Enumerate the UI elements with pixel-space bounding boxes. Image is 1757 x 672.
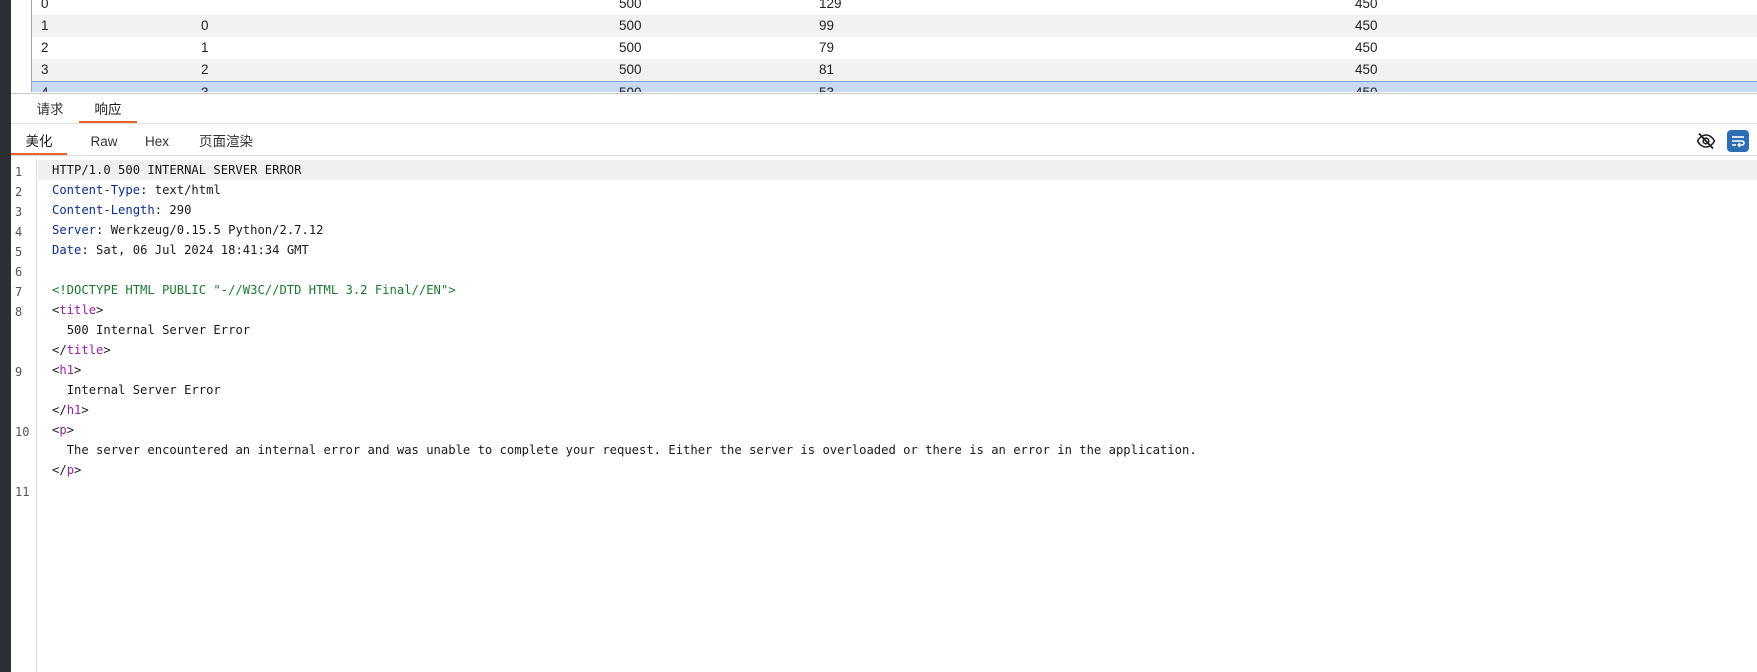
header-value: 290 xyxy=(169,203,192,217)
code-line: Date: Sat, 06 Jul 2024 18:41:34 GMT xyxy=(52,243,309,257)
header-value: Sat, 06 Jul 2024 18:41:34 GMT xyxy=(96,243,309,257)
table-row[interactable]: 0 500 129 450 xyxy=(32,0,1757,15)
table-cell: 2 xyxy=(201,62,209,77)
tag-name: title xyxy=(66,343,104,357)
code-line: <p> xyxy=(52,423,75,437)
code-line: <title> xyxy=(52,303,104,317)
header-name: Content-Length xyxy=(52,203,155,217)
tab-raw[interactable]: Raw xyxy=(79,128,129,155)
table-cell: 500 xyxy=(619,40,642,55)
table-cell: 500 xyxy=(619,18,642,33)
header-value: Werkzeug/0.15.5 Python/2.7.12 xyxy=(110,223,324,237)
code-line: <h1> xyxy=(52,363,82,377)
tab-request[interactable]: 请求 xyxy=(24,96,76,123)
table-cell: 500 xyxy=(619,82,642,92)
table-cell: 81 xyxy=(819,62,835,77)
code-line: <!DOCTYPE HTML PUBLIC "-//W3C//DTD HTML … xyxy=(38,280,1757,300)
header-value: text/html xyxy=(154,183,221,197)
h1-text: Internal Server Error xyxy=(66,383,221,397)
results-table: 0 500 129 450 1 0 500 99 450 2 1 500 79 … xyxy=(11,0,1757,94)
line-number: 2 xyxy=(15,185,23,199)
message-tabbar: 请求 响应 xyxy=(11,96,1757,124)
table-cell: 500 xyxy=(619,62,642,77)
table-cell: 2 xyxy=(41,40,49,55)
tag-name: title xyxy=(59,303,97,317)
status-line: HTTP/1.0 500 INTERNAL SERVER ERROR xyxy=(52,163,302,177)
title-text: 500 Internal Server Error xyxy=(66,323,251,337)
table-cell: 500 xyxy=(619,0,642,11)
table-cell: 79 xyxy=(819,40,835,55)
tab-pretty[interactable]: 美化 xyxy=(11,128,67,155)
table-row[interactable]: 3 2 500 81 450 xyxy=(32,59,1757,81)
table-cell: 129 xyxy=(819,0,842,11)
table-row[interactable]: 1 0 500 99 450 xyxy=(32,15,1757,37)
table-cell: 3 xyxy=(201,82,209,92)
table-cell: 450 xyxy=(1355,82,1378,92)
line-number: 10 xyxy=(15,425,30,439)
table-cell: 4 xyxy=(41,82,49,92)
table-cell: 99 xyxy=(819,18,835,33)
tab-render[interactable]: 页面渲染 xyxy=(186,128,266,155)
code-line: 500 Internal Server Error xyxy=(38,320,1757,340)
code-line: Content-Type: text/html xyxy=(52,183,221,197)
tag-name: h1 xyxy=(66,403,82,417)
left-panel-edge xyxy=(0,0,11,672)
table-cell: 0 xyxy=(201,18,209,33)
tab-hex[interactable]: Hex xyxy=(133,128,181,155)
code-line: Server: Werkzeug/0.15.5 Python/2.7.12 xyxy=(52,223,324,237)
line-number: 3 xyxy=(15,205,23,219)
word-wrap-icon[interactable] xyxy=(1727,130,1749,152)
results-table-body: 0 500 129 450 1 0 500 99 450 2 1 500 79 … xyxy=(31,0,1757,92)
view-tabbar: 美化 Raw Hex 页面渲染 xyxy=(11,128,1757,156)
doctype-declaration: <!DOCTYPE HTML PUBLIC "-//W3C//DTD HTML … xyxy=(52,283,456,297)
eye-slash-icon[interactable] xyxy=(1695,130,1717,152)
tab-response[interactable]: 响应 xyxy=(79,96,137,123)
code-line: Internal Server Error xyxy=(38,380,1757,400)
tag-name: p xyxy=(59,423,67,437)
line-number-gutter: 1 2 3 4 5 6 7 8 9 10 11 xyxy=(11,158,37,672)
table-cell: 0 xyxy=(41,0,49,11)
table-cell: 1 xyxy=(41,18,49,33)
code-line: </h1> xyxy=(52,403,89,417)
line-number: 7 xyxy=(15,285,23,299)
tag-name: p xyxy=(66,463,75,477)
response-editor[interactable]: 1 2 3 4 5 6 7 8 9 10 11 HTTP/1.0 500 INT… xyxy=(11,158,1757,672)
tag-name: h1 xyxy=(59,363,75,377)
code-line: The server encountered an internal error… xyxy=(38,440,1757,460)
line-number: 1 xyxy=(15,165,23,179)
line-number: 4 xyxy=(15,225,23,239)
header-name: Date xyxy=(52,243,82,257)
table-cell: 450 xyxy=(1355,18,1378,33)
line-number: 9 xyxy=(15,365,23,379)
header-name: Content-Type xyxy=(52,183,141,197)
table-cell: 450 xyxy=(1355,40,1378,55)
table-row[interactable]: 2 1 500 79 450 xyxy=(32,37,1757,59)
code-line: Content-Length: 290 xyxy=(52,203,192,217)
line-number: 5 xyxy=(15,245,23,259)
table-cell: 450 xyxy=(1355,0,1378,11)
line-number: 6 xyxy=(15,265,23,279)
code-line: </p> xyxy=(52,463,82,477)
table-cell: 3 xyxy=(41,62,49,77)
header-name: Server xyxy=(52,223,97,237)
table-cell: 53 xyxy=(819,82,834,92)
table-row-selected[interactable]: 4 3 500 53 450 xyxy=(32,81,1757,92)
code-line: </title> xyxy=(52,343,111,357)
paragraph-text: The server encountered an internal error… xyxy=(66,443,1197,457)
line-number: 8 xyxy=(15,305,23,319)
table-cell: 1 xyxy=(201,40,209,55)
table-cell: 450 xyxy=(1355,62,1378,77)
code-line: HTTP/1.0 500 INTERNAL SERVER ERROR xyxy=(38,160,1757,180)
line-number: 11 xyxy=(15,485,30,499)
